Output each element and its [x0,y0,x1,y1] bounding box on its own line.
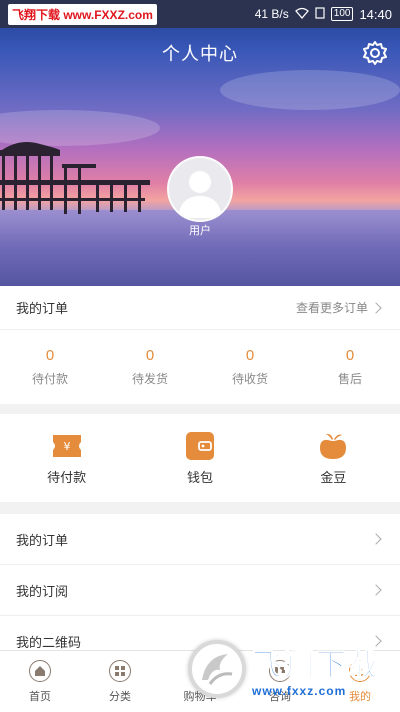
menu-item-label: 我的订阅 [16,583,69,599]
order-status-row: 0 待付款 0 待发货 0 待收货 0 售后 [0,330,400,404]
watermark-url: www.fxxz.com [252,684,347,698]
status-indicators: 41 B/s 100 14:40 [255,7,392,22]
order-count: 0 [145,347,155,364]
menu-item-label: 我的订单 [16,532,69,548]
menu-item-my-orders[interactable]: 我的订单 [0,514,400,565]
profile-header: 个人中心 用户 [0,0,400,286]
watermark-text: 飞翔下载 www.fxxz.com [252,640,380,699]
wifi-icon [294,7,309,22]
orders-title: 我的订单 [16,301,69,316]
view-more-orders-link[interactable]: 查看更多订单 [296,299,384,316]
menu-list: 我的订单 我的订阅 我的二维码 [0,514,400,667]
clock: 14:40 [359,6,392,22]
menu-item-my-subscriptions[interactable]: 我的订阅 [0,565,400,616]
order-status-after-sales[interactable]: 0 售后 [300,330,400,404]
order-count: 0 [345,347,355,364]
category-icon [109,659,131,682]
battery-level: 100 [330,7,354,21]
bean-icon [317,431,349,461]
order-status-label: 售后 [337,372,362,386]
chevron-right-icon [370,584,382,596]
watermark-overlay: 飞翔下载 www.fxxz.com [188,632,400,706]
watermark-brand: 飞翔下载 [252,649,380,683]
order-count: 0 [45,347,55,364]
order-status-label: 待付款 [31,372,68,386]
page-title: 个人中心 [162,44,238,64]
tab-label: 分类 [109,690,131,703]
gear-icon[interactable] [362,40,388,66]
svg-text:¥: ¥ [63,440,70,453]
quick-action-pending-payment[interactable]: ¥ 待付款 [0,414,133,502]
order-status-pending-shipment[interactable]: 0 待发货 [100,330,200,404]
home-icon [29,659,51,682]
quick-action-wallet[interactable]: 钱包 [133,414,266,502]
cloud [220,70,400,110]
order-count: 0 [245,347,255,364]
quick-action-label: 钱包 [186,469,213,485]
menu-item-label: 我的二维码 [16,634,82,650]
watermark-logo-icon [188,640,246,698]
quick-actions: ¥ 待付款 钱包 金豆 [0,414,400,502]
quick-action-label: 待付款 [47,469,87,485]
ticket-icon: ¥ [51,431,83,461]
pier-silhouette [0,142,150,214]
wallet-icon [184,431,216,461]
quick-action-gold-beans[interactable]: 金豆 [267,414,400,502]
order-status-label: 待发货 [131,372,168,386]
status-bar: 飞翔下载 www.FXXZ.com 41 B/s 100 14:40 [0,0,400,28]
tab-category[interactable]: 分类 [80,651,160,712]
avatar[interactable] [167,156,233,222]
quick-action-label: 金豆 [320,469,347,485]
orders-header[interactable]: 我的订单 查看更多订单 [0,286,400,330]
order-status-label: 待收货 [231,372,268,386]
order-status-pending-payment[interactable]: 0 待付款 [0,330,100,404]
username: 用户 [189,225,211,237]
tab-home[interactable]: 首页 [0,651,80,712]
order-status-pending-receipt[interactable]: 0 待收货 [200,330,300,404]
chevron-right-icon [370,301,382,314]
sim-icon [315,6,325,22]
chevron-right-icon [370,533,382,545]
view-more-label: 查看更多订单 [295,301,368,315]
tab-label: 首页 [29,690,51,703]
network-speed: 41 B/s [254,7,289,21]
watermark-top: 飞翔下载 www.FXXZ.com [8,3,157,25]
